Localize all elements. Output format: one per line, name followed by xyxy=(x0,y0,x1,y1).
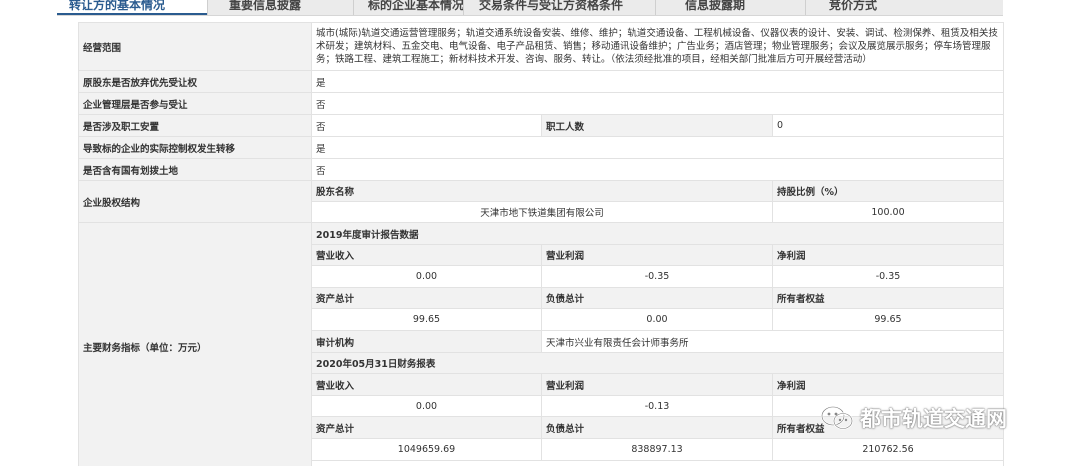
business-scope-label: 经营范围 xyxy=(78,22,312,71)
net-profit-header-2020: 净利润 xyxy=(772,373,1004,396)
share-ratio-header: 持股比例（%） xyxy=(772,180,1004,202)
table-row: 主要财务指标（单位：万元） 2019年度审计报告数据 xyxy=(78,222,1004,466)
table-row: 导致标的企业的实际控制权发生转移 是 xyxy=(78,136,1004,159)
owner-equity-value-2020: 210762.56 xyxy=(772,438,1004,461)
cutoff-row-text xyxy=(311,10,341,19)
total-assets-header: 资产总计 xyxy=(311,287,542,309)
shareholder-name-value: 天津市地下铁道集团有限公司 xyxy=(311,201,773,223)
wechat-icon xyxy=(820,405,854,430)
tab-divider xyxy=(207,0,208,15)
tab-bar: 转让方的基本情况 重要信息披露 标的企业基本情况 交易条件与受让方资格条件 信息… xyxy=(57,0,1003,16)
table-row: 是否含有国有划拨土地 否 xyxy=(78,158,1004,181)
table-row: 是否涉及职工安置 否 职工人数 0 xyxy=(78,114,1004,137)
management-participation-value: 否 xyxy=(311,92,1004,115)
tab-divider xyxy=(805,0,806,15)
total-liabilities-header: 负债总计 xyxy=(541,287,773,309)
total-liabilities-value: 0.00 xyxy=(541,308,773,331)
state-land-label: 是否含有国有划拨土地 xyxy=(78,158,312,181)
staff-count-label: 职工人数 xyxy=(541,114,773,137)
revenue-value-2020: 0.00 xyxy=(311,395,542,417)
waive-priority-value: 是 xyxy=(311,70,1004,93)
financial-report-title: 2020年05月31日财务报表 xyxy=(311,352,1004,374)
table-row: 经营范围 城市(城际)轨道交通运营管理服务；轨道交通系统设备安装、维修、维护；轨… xyxy=(78,22,1004,71)
total-assets-value: 99.65 xyxy=(311,308,542,331)
staff-count-value: 0 xyxy=(772,114,1004,137)
staff-placement-value: 否 xyxy=(311,114,542,137)
share-ratio-value: 100.00 xyxy=(772,201,1004,223)
net-profit-value: -0.35 xyxy=(772,265,1004,288)
management-participation-label: 企业管理层是否参与受让 xyxy=(78,92,312,115)
state-land-value: 否 xyxy=(311,158,1004,181)
operating-profit-header: 营业利润 xyxy=(541,244,773,266)
shareholder-name-header: 股东名称 xyxy=(311,180,773,202)
control-transfer-value: 是 xyxy=(311,136,1004,159)
revenue-header: 营业收入 xyxy=(311,244,542,266)
tab-divider xyxy=(353,0,354,15)
owner-equity-header: 所有者权益 xyxy=(772,287,1004,309)
watermark-text: 都市轨道交通网 xyxy=(860,407,1007,431)
tab-trade-conditions[interactable]: 交易条件与受让方资格条件 xyxy=(479,0,623,15)
table-row: 企业股权结构 股东名称 持股比例（%） xyxy=(78,180,1004,223)
revenue-value: 0.00 xyxy=(311,265,542,288)
table-row: 原股东是否放弃优先受让权 是 xyxy=(78,70,1004,93)
owner-equity-value: 99.65 xyxy=(772,308,1004,331)
total-liabilities-value-2020: 838897.13 xyxy=(541,438,773,461)
auditor-header: 审计机构 xyxy=(311,330,542,353)
staff-placement-label: 是否涉及职工安置 xyxy=(78,114,312,137)
control-transfer-label: 导致标的企业的实际控制权发生转移 xyxy=(78,136,312,159)
total-assets-value-2020: 1049659.69 xyxy=(311,438,542,461)
tab-target-company[interactable]: 标的企业基本情况 xyxy=(368,0,464,15)
tab-disclosure[interactable]: 重要信息披露 xyxy=(229,0,301,15)
waive-priority-label: 原股东是否放弃优先受让权 xyxy=(78,70,312,93)
equity-structure-label: 企业股权结构 xyxy=(78,180,312,223)
table-bottom-spacer xyxy=(311,460,1004,466)
watermark: 都市轨道交通网 xyxy=(820,400,1007,436)
revenue-header-2020: 营业收入 xyxy=(311,373,542,396)
table-row: 企业管理层是否参与受让 否 xyxy=(78,92,1004,115)
total-assets-header-2020: 资产总计 xyxy=(311,416,542,439)
tab-transferor-info[interactable]: 转让方的基本情况 xyxy=(69,0,165,15)
net-profit-header: 净利润 xyxy=(772,244,1004,266)
operating-profit-value-2020: -0.13 xyxy=(541,395,773,417)
auditor-value: 天津市兴业有限责任会计师事务所 xyxy=(541,330,1004,353)
business-scope-value: 城市(城际)轨道交通运营管理服务；轨道交通系统设备安装、维修、维护；轨道交通设备… xyxy=(311,22,1004,71)
tab-divider xyxy=(655,0,656,15)
total-liabilities-header-2020: 负债总计 xyxy=(541,416,773,439)
operating-profit-header-2020: 营业利润 xyxy=(541,373,773,396)
tab-disclosure-period[interactable]: 信息披露期 xyxy=(685,0,745,15)
audit-report-title: 2019年度审计报告数据 xyxy=(311,222,1004,245)
financial-indicators-label: 主要财务指标（单位：万元） xyxy=(78,222,312,466)
tab-bidding-method[interactable]: 竞价方式 xyxy=(829,0,877,15)
tab-divider xyxy=(463,0,464,15)
operating-profit-value: -0.35 xyxy=(541,265,773,288)
